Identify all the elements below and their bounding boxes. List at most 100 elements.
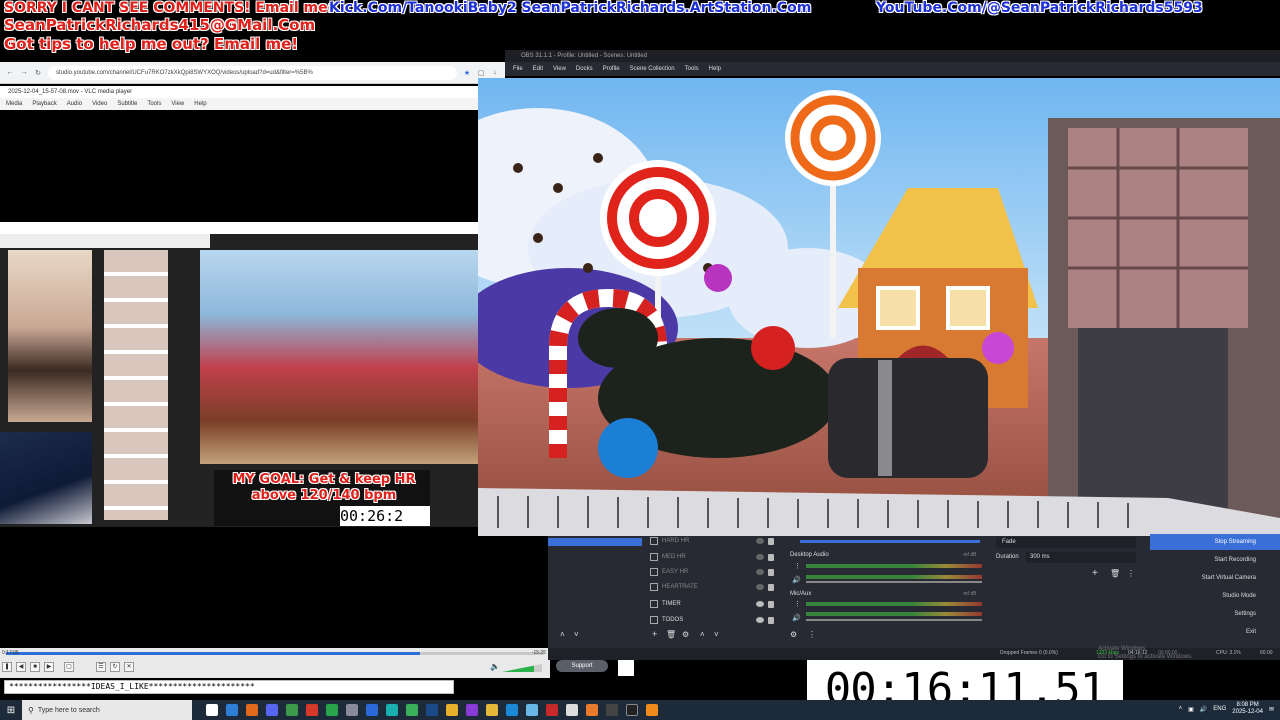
vlc-menu-tools[interactable]: Tools [147,101,161,107]
source-easy-hr[interactable]: EASY HR [650,565,778,579]
scene-move-up-icon[interactable]: ˄ [560,630,565,639]
visibility-eye-icon[interactable] [756,538,764,544]
obs-menu-view[interactable]: View [553,66,566,72]
vlc-menu-help[interactable]: Help [194,101,206,107]
vlc-menu-subtitle[interactable]: Subtitle [117,101,137,107]
vscode-icon[interactable] [226,704,238,716]
start-virtual-camera-button[interactable]: Start Virtual Camera [1150,570,1280,586]
exit-button[interactable]: Exit [1150,624,1280,640]
mic-menu-icon[interactable]: ⋮ [794,600,801,608]
app-dark-icon[interactable] [606,704,618,716]
stop-streaming-button[interactable]: Stop Streaming [1150,534,1280,550]
app-green-icon[interactable] [326,704,338,716]
visibility-eye-icon[interactable] [756,554,764,560]
vlc-menu-view[interactable]: View [171,101,184,107]
visibility-eye-icon[interactable] [756,617,764,623]
lock-icon[interactable] [768,537,774,545]
firefox-icon[interactable] [246,704,258,716]
start-recording-button[interactable]: Start Recording [1150,552,1280,568]
task-view-icon[interactable] [206,704,218,716]
vlc-fullscreen-button[interactable]: ▢ [64,662,74,672]
mixer-menu-icon[interactable]: ⋮ [808,630,816,639]
notifications-icon[interactable]: ✉ [1269,706,1274,713]
lock-icon[interactable] [768,616,774,624]
lock-icon[interactable] [768,600,774,608]
ideas-notepad-line[interactable]: *****************IDEAS_I_LIKE***********… [4,680,454,694]
obs-menu-help[interactable]: Help [709,66,721,72]
app-red2-icon[interactable] [546,704,558,716]
visibility-eye-icon[interactable] [756,584,764,590]
vlc-volume-slider[interactable] [502,664,542,672]
app-teal-icon[interactable] [386,704,398,716]
vlc-stop-button[interactable]: ■ [30,662,40,672]
start-icon[interactable]: ⊞ [0,700,22,720]
vlc-volume-icon[interactable]: 🔈 [490,662,500,671]
folder-icon[interactable] [486,704,498,716]
volume-icon[interactable]: 🔊 [1200,706,1207,713]
obs-menu-tools[interactable]: Tools [685,66,699,72]
extensions-icon[interactable]: ▢ [477,69,485,77]
obs-preview-canvas[interactable] [478,78,1280,536]
vlc-prev-button[interactable]: ◀ [16,662,26,672]
desktop-menu-icon[interactable]: ⋮ [794,562,801,570]
app-red-icon[interactable] [306,704,318,716]
obs-menu-edit[interactable]: Edit [533,66,543,72]
mixer-top-slider[interactable] [800,540,980,543]
app-sky-icon[interactable] [526,704,538,716]
vlc-icon[interactable] [646,704,658,716]
vlc-loop-button[interactable]: ↻ [110,662,120,672]
obs-menu-profile[interactable]: Profile [603,66,620,72]
chrome2-icon[interactable] [446,704,458,716]
vlc-menu-playback[interactable]: Playback [32,101,56,107]
network-icon[interactable]: ▣ [1188,706,1194,713]
vlc-playlist-button[interactable]: ☰ [96,662,106,672]
browser-url-field[interactable]: studio.youtube.com/channel/UCFu7RKO7zkXk… [48,65,457,80]
language-indicator[interactable]: ENG [1213,706,1226,712]
desktop-audio-volume-slider[interactable] [806,581,982,583]
tray-chevron-icon[interactable]: ˄ [1179,706,1183,712]
vlc-menu-audio[interactable]: Audio [67,101,82,107]
source-heartrate[interactable]: HEARTRATE [650,580,778,594]
vlc-menu-media[interactable]: Media [6,101,22,107]
obs-menu-file[interactable]: File [513,66,523,72]
back-icon[interactable]: ← [6,69,14,77]
reload-icon[interactable]: ↻ [34,69,42,77]
edge-icon[interactable] [506,704,518,716]
add-source-icon[interactable]: + [652,629,657,639]
visibility-eye-icon[interactable] [756,601,764,607]
downloads-icon[interactable]: ↓ [491,69,499,77]
lock-icon[interactable] [768,568,774,576]
remove-source-icon[interactable]: 🗑 [666,630,676,639]
mic-speaker-icon[interactable]: 🔊 [792,614,801,622]
scenes-selected-row[interactable] [548,538,642,546]
discord-icon[interactable] [266,704,278,716]
clock[interactable]: 8:08 PM 2025-12-04 [1232,702,1263,716]
obs-menu-scene-collection[interactable]: Scene Collection [630,66,675,72]
transition-select[interactable]: Fade [996,537,1136,548]
app-purple-icon[interactable] [466,704,478,716]
transition-menu-icon[interactable]: ⋮ [1127,569,1135,578]
studio-mode-button[interactable]: Studio Mode [1150,588,1280,604]
source-move-down-icon[interactable]: ˅ [714,630,719,639]
vlc-next-button[interactable]: ▶ [44,662,54,672]
app-orange-icon[interactable] [586,704,598,716]
app-blue-icon[interactable] [366,704,378,716]
source-hard-hr[interactable]: HARD HR [650,534,778,548]
add-transition-icon[interactable]: + [1092,568,1098,579]
app-white-icon[interactable] [566,704,578,716]
visibility-eye-icon[interactable] [756,569,764,575]
vlc-random-button[interactable]: ✕ [124,662,134,672]
taskbar-search-box[interactable]: ⚲ Type here to search [22,700,192,720]
chrome-icon[interactable] [286,704,298,716]
vlc-menu-video[interactable]: Video [92,101,107,107]
forward-icon[interactable]: → [20,69,28,77]
scene-move-down-icon[interactable]: ˅ [574,630,579,639]
settings-button[interactable]: Settings [1150,606,1280,622]
mixer-settings-icon[interactable]: ⚙ [790,630,797,639]
source-med-hr[interactable]: MED HR [650,550,778,564]
obs-icon[interactable] [626,704,638,716]
lock-icon[interactable] [768,583,774,591]
desktop-speaker-icon[interactable]: 🔊 [792,576,801,584]
photoshop-icon[interactable] [426,704,438,716]
transition-duration-field[interactable]: 300 ms [1026,552,1136,563]
